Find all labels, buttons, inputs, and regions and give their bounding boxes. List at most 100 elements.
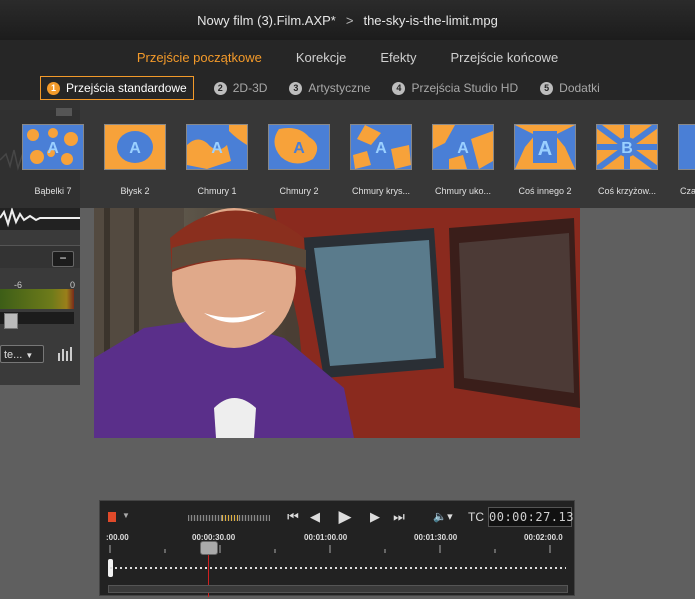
transition-label: Chmury krys... [351, 186, 410, 196]
ruler-label: :00.00 [106, 533, 129, 542]
transition-preview-graphic: A [27, 128, 78, 165]
transition-item[interactable]: A Chmury uko... [432, 124, 494, 196]
subtab-label: 2D-3D [232, 81, 268, 95]
transitions-list: A Bąbelki 7 A Błysk 2 A Chmury 1 A Chmur… [22, 124, 695, 196]
transition-thumbnail: A [104, 124, 166, 170]
transition-thumbnail: A [432, 124, 494, 170]
volume-icon[interactable]: 🔈▾ [430, 507, 456, 527]
subtab-label: Artystyczne [308, 81, 371, 95]
timecode-label: TC [468, 510, 484, 524]
transition-preview-graphic: A [353, 125, 411, 169]
transition-item[interactable]: A Chmury krys... [350, 124, 412, 196]
subtab-label: Przejścia standardowe [66, 81, 187, 95]
play-icon[interactable]: ▶︎ [336, 507, 354, 527]
audio-level-meter [0, 289, 74, 309]
transition-thumbnail: B [596, 124, 658, 170]
audio-mode-dropdown[interactable]: te... ▼ [0, 345, 44, 363]
video-frame [94, 208, 580, 438]
transition-item[interactable]: A Chmury 1 [186, 124, 248, 196]
video-preview[interactable] [94, 208, 580, 438]
subtab-number: 1 [47, 81, 60, 95]
jog-shuttle[interactable] [188, 515, 270, 521]
transition-thumbnail: A [514, 124, 576, 170]
project-name: Nowy film (3).Film.AXP* [197, 12, 336, 28]
svg-text:A: A [375, 140, 387, 157]
sub-tabs: 1 Przejścia standardowe 2 2D-3D 3 Artyst… [40, 76, 622, 100]
ruler-ticks [109, 545, 551, 553]
subtab-2d-3d[interactable]: 2 2D-3D [213, 77, 268, 99]
transition-thumbnail [678, 124, 695, 170]
svg-text:A: A [211, 140, 223, 157]
transition-item[interactable]: A Bąbelki 7 [22, 124, 84, 196]
subtab-studio-hd[interactable]: 4 Przejścia Studio HD [392, 77, 518, 99]
chevron-down-icon: ▼ [25, 351, 34, 360]
step-forward-icon[interactable]: ▶︎ [366, 507, 384, 527]
chevron-down-icon[interactable]: ▼ [122, 511, 130, 520]
transition-item[interactable]: A Błysk 2 [104, 124, 166, 196]
subtab-number: 3 [289, 81, 303, 95]
svg-text:A: A [47, 140, 59, 157]
playhead-handle[interactable] [200, 541, 218, 555]
jog-shuttle-center [222, 515, 238, 521]
tab-przejscie-koncowe[interactable]: Przejście końcowe [451, 50, 559, 65]
transition-item[interactable]: Cza [678, 124, 695, 196]
transition-item[interactable]: A Chmury 2 [268, 124, 330, 196]
svg-text:A: A [129, 140, 141, 157]
timecode-display[interactable]: 00:00:27.13 [488, 507, 573, 527]
transition-thumbnail: A [186, 124, 248, 170]
marker-icon[interactable] [108, 512, 116, 522]
strip-scroll-handle[interactable] [56, 108, 72, 116]
subtab-label: Przejścia Studio HD [411, 81, 519, 95]
transition-preview-graphic: A [515, 125, 575, 169]
transitions-browser: A Bąbelki 7 A Błysk 2 A Chmury 1 A Chmur… [0, 100, 695, 208]
transition-label: Chmury 2 [279, 186, 319, 196]
svg-text:A: A [293, 140, 305, 157]
transition-label: Chmury 1 [197, 186, 237, 196]
transition-thumbnail: A [22, 124, 84, 170]
transition-preview-graphic: A [187, 125, 247, 169]
clip-name[interactable]: the-sky-is-the-limit.mpg [363, 13, 497, 28]
collapse-button[interactable]: − [52, 251, 74, 267]
subtab-artystyczne[interactable]: 3 Artystyczne [289, 77, 370, 99]
svg-text:A: A [538, 138, 552, 160]
timeline-scrollbar[interactable] [108, 585, 568, 593]
transition-label: Coś innego 2 [518, 186, 572, 196]
subtab-number: 2 [213, 81, 227, 95]
transition-preview-graphic: A [433, 125, 493, 169]
ruler-label: 00:02:00.0 [524, 533, 563, 542]
equalizer-icon[interactable] [57, 345, 75, 361]
transition-preview-graphic: A [274, 128, 318, 164]
subtab-number: 5 [540, 81, 554, 95]
breadcrumb-separator: > [345, 12, 354, 28]
title-bar: Nowy film (3).Film.AXP* > the-sky-is-the… [0, 0, 695, 40]
clip-track [110, 567, 566, 569]
subtab-label: Dodatki [559, 81, 600, 95]
volume-slider-handle[interactable] [4, 313, 18, 329]
transport-toolbar: ▼ ⏮ ◀︎ ▶︎ ▶︎ ⏭ 🔈▾ TC 00:00:27.13 [100, 507, 574, 527]
step-back-icon[interactable]: ◀︎ [306, 507, 324, 527]
transition-item[interactable]: B Coś krzyżow... [596, 124, 658, 196]
subtab-standardowe[interactable]: 1 Przejścia standardowe [40, 76, 194, 100]
go-to-start-icon[interactable]: ⏮ [284, 507, 302, 527]
svg-text:B: B [621, 140, 633, 157]
transport-controls: ▼ ⏮ ◀︎ ▶︎ ▶︎ ⏭ 🔈▾ TC 00:00:27.13 :00.00 … [99, 500, 575, 597]
transition-preview-graphic: A [117, 131, 153, 163]
tab-przejscie-poczatkowe[interactable]: Przejście początkowe [137, 50, 262, 65]
transition-thumbnail: A [268, 124, 330, 170]
transition-label: Błysk 2 [120, 186, 150, 196]
ruler-label: 00:01:00.00 [304, 533, 348, 542]
subtab-dodatki[interactable]: 5 Dodatki [540, 77, 600, 99]
transition-thumbnail: A [350, 124, 412, 170]
subtab-number: 4 [392, 81, 406, 95]
tab-korekcje[interactable]: Korekcje [296, 50, 347, 65]
transition-label: Chmury uko... [434, 186, 492, 196]
transition-label: Coś krzyżow... [597, 186, 656, 196]
dropdown-value: te... [4, 349, 23, 361]
tab-efekty[interactable]: Efekty [380, 50, 416, 65]
svg-text:A: A [457, 140, 469, 157]
effects-tabs-bar: Przejście początkowe Korekcje Efekty Prz… [0, 40, 695, 100]
main-tabs: Przejście początkowe Korekcje Efekty Prz… [0, 50, 695, 65]
transition-item[interactable]: A Coś innego 2 [514, 124, 576, 196]
go-to-end-icon[interactable]: ⏭ [390, 507, 408, 527]
transition-preview-graphic: B [597, 125, 657, 169]
